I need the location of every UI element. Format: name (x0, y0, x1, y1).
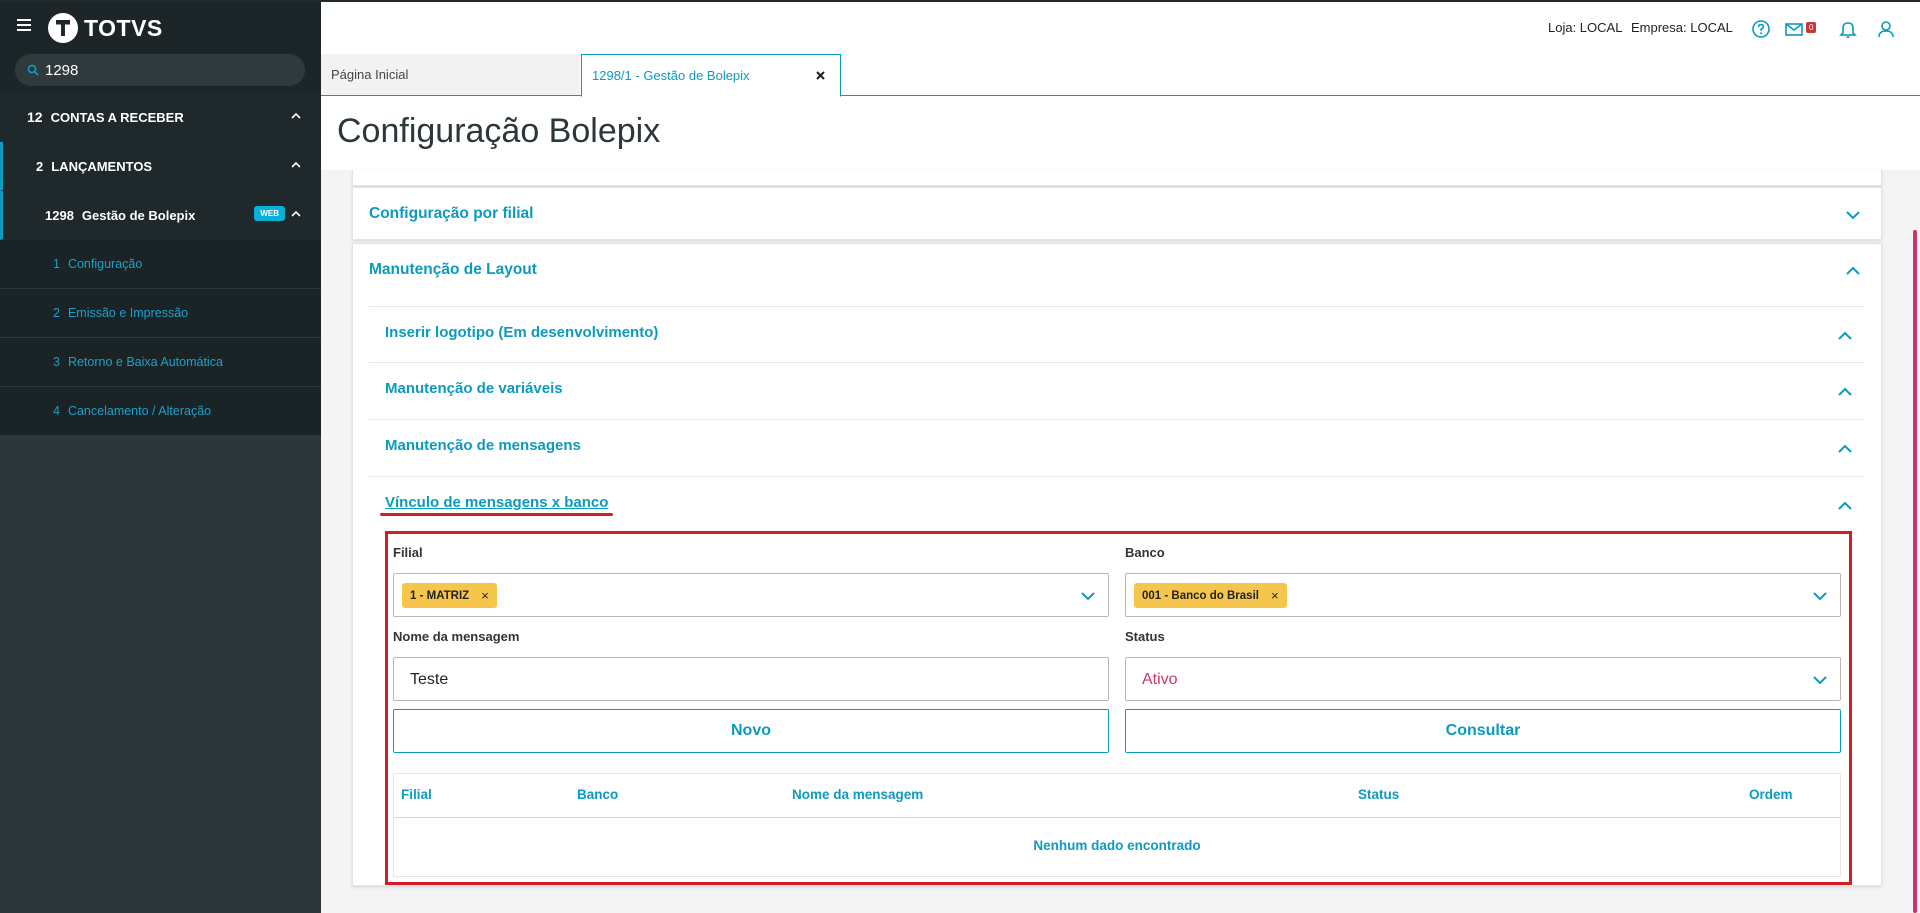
chevron-down-icon[interactable] (1080, 591, 1096, 601)
menu-item-contas-a-receber[interactable]: 12 CONTAS A RECEBER (0, 93, 321, 142)
chevron-down-icon[interactable] (1812, 675, 1828, 685)
submenu-item-number: 2 (53, 306, 60, 320)
submenu-item-retorno-e-baixa[interactable]: 3 Retorno e Baixa Automática (0, 338, 321, 387)
sidebar-header: TOTVS (0, 0, 321, 100)
column-header-nome-da-mensagem[interactable]: Nome da mensagem (792, 787, 923, 802)
menu-item-number: 12 (27, 109, 43, 125)
tab-label: 1298/1 - Gestão de Bolepix (592, 68, 750, 83)
submenu-item-number: 4 (53, 404, 60, 418)
menu-item-label: LANÇAMENTOS (51, 158, 153, 174)
remove-chip-icon[interactable]: × (481, 588, 489, 603)
menu-item-number: 1298 (45, 207, 74, 223)
close-icon[interactable] (815, 70, 826, 81)
select-value: Ativo (1142, 671, 1178, 688)
panel-title: Configuração por filial (369, 205, 534, 222)
remove-chip-icon[interactable]: × (1271, 588, 1279, 603)
search-icon (27, 64, 39, 76)
logo-text: TOTVS (84, 14, 163, 41)
status-select[interactable]: Ativo (1125, 657, 1841, 701)
chevron-up-icon[interactable] (1837, 331, 1853, 341)
chevron-up-icon[interactable] (1837, 501, 1853, 511)
menu-item-number: 2 (36, 158, 44, 174)
column-header-filial[interactable]: Filial (401, 787, 432, 802)
loja-label: Loja: LOCAL (1548, 20, 1623, 35)
chevron-up-icon[interactable] (1837, 444, 1853, 454)
column-header-banco[interactable]: Banco (577, 787, 618, 802)
chevron-up-icon (291, 161, 301, 168)
top-bar: Loja: LOCAL Empresa: LOCAL 0 (321, 2, 1920, 54)
status-label: Status (1125, 629, 1165, 644)
banco-label: Banco (1125, 545, 1165, 560)
search-input[interactable] (45, 61, 285, 79)
menu-item-lancamentos[interactable]: 2 LANÇAMENTOS (0, 142, 321, 191)
panel-previous-edge (352, 170, 1882, 186)
table-header-divider (394, 817, 1840, 818)
chevron-down-icon[interactable] (1812, 591, 1828, 601)
empresa-label: Empresa: LOCAL (1631, 20, 1733, 35)
submenu-item-number: 3 (53, 355, 60, 369)
panel-title[interactable]: Manutenção de Layout (369, 261, 537, 279)
panel-configuracao-por-filial[interactable]: Configuração por filial (352, 187, 1882, 240)
menu-item-label: Gestão de Bolepix (81, 207, 196, 223)
results-table: Filial Banco Nome da mensagem Status Ord… (393, 773, 1841, 877)
chevron-up-icon (291, 210, 301, 217)
chip-label: 1 - MATRIZ (410, 589, 470, 602)
tab-label: Página Inicial (331, 67, 409, 82)
chevron-down-icon[interactable] (1845, 210, 1861, 220)
submenu-item-emissao-e-impressao[interactable]: 2 Emissão e Impressão (0, 289, 321, 338)
sidebar: TOTVS 12 CONTAS A RECEBER 2 LANÇAMENTOS … (0, 0, 321, 913)
chevron-up-icon (291, 112, 301, 119)
submenu-item-label: Cancelamento / Alteração (67, 404, 212, 418)
highlight-underline (380, 513, 613, 516)
section-manutencao-de-variaveis[interactable]: Manutenção de variáveis (369, 363, 1865, 420)
totvs-logo: TOTVS (48, 12, 163, 44)
section-title: Manutenção de variáveis (385, 380, 563, 397)
column-header-status[interactable]: Status (1358, 787, 1399, 802)
nome-da-mensagem-input[interactable]: Teste (393, 657, 1109, 701)
web-badge: WEB (254, 206, 285, 221)
mail-icon[interactable] (1784, 19, 1804, 39)
section-title: Manutenção de mensagens (385, 437, 581, 454)
nome-da-mensagem-label: Nome da mensagem (393, 629, 520, 644)
user-icon[interactable] (1876, 19, 1896, 39)
filial-multiselect[interactable]: 1 - MATRIZ × (393, 573, 1109, 617)
submenu-item-number: 1 (53, 257, 60, 271)
totvs-logo-mark (48, 13, 78, 43)
mail-count-badge: 0 (1806, 22, 1817, 33)
banco-chip: 001 - Banco do Brasil × (1134, 583, 1287, 608)
menu-item-gestao-de-bolepix[interactable]: 1298 Gestão de Bolepix WEB (0, 191, 321, 240)
page-title: Configuração Bolepix (337, 112, 661, 150)
tab-bar: Página Inicial 1298/1 - Gestão de Bolepi… (321, 54, 1920, 97)
column-header-ordem[interactable]: Ordem (1749, 787, 1793, 802)
filial-label: Filial (393, 545, 423, 560)
help-icon[interactable] (1751, 19, 1771, 39)
submenu-item-cancelamento[interactable]: 4 Cancelamento / Alteração (0, 387, 321, 436)
empty-table-message: Nenhum dado encontrado (1033, 838, 1201, 853)
chevron-up-icon[interactable] (1837, 387, 1853, 397)
consultar-button[interactable]: Consultar (1125, 709, 1841, 753)
chevron-up-icon[interactable] (1845, 266, 1861, 276)
submenu-item-label: Configuração (67, 257, 143, 271)
tab-pagina-inicial[interactable]: Página Inicial (321, 54, 580, 96)
chip-label: 001 - Banco do Brasil (1142, 589, 1259, 602)
scrollbar[interactable] (1913, 230, 1917, 913)
menu-search[interactable] (15, 54, 305, 86)
filial-chip: 1 - MATRIZ × (402, 583, 497, 608)
menu-icon[interactable] (17, 19, 31, 33)
section-manutencao-de-mensagens[interactable]: Manutenção de mensagens (369, 420, 1865, 477)
submenu-item-configuracao[interactable]: 1 Configuração (0, 240, 321, 289)
menu-item-label: CONTAS A RECEBER (50, 109, 184, 125)
section-title[interactable]: Vínculo de mensagens x banco (385, 494, 608, 511)
banco-multiselect[interactable]: 001 - Banco do Brasil × (1125, 573, 1841, 617)
input-value: Teste (410, 671, 449, 688)
bell-icon[interactable] (1838, 19, 1858, 39)
section-inserir-logotipo[interactable]: Inserir logotipo (Em desenvolvimento) (369, 306, 1865, 363)
section-title: Inserir logotipo (Em desenvolvimento) (385, 324, 659, 341)
submenu-item-label: Emissão e Impressão (67, 306, 189, 320)
novo-button[interactable]: Novo (393, 709, 1109, 753)
tab-gestao-de-bolepix[interactable]: 1298/1 - Gestão de Bolepix (581, 54, 841, 97)
submenu-item-label: Retorno e Baixa Automática (67, 355, 223, 369)
